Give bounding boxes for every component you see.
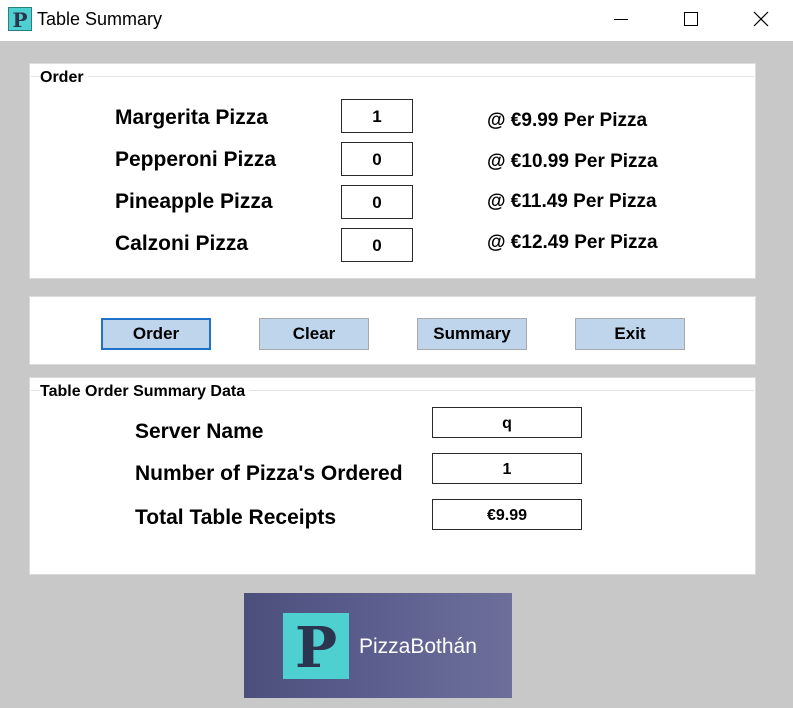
order-button[interactable]: Order bbox=[101, 318, 211, 350]
close-button[interactable] bbox=[729, 0, 793, 41]
pepperoni-label: Pepperoni Pizza bbox=[115, 148, 277, 171]
minimize-button[interactable] bbox=[589, 0, 653, 41]
maximize-button[interactable] bbox=[659, 0, 723, 41]
summary-button[interactable]: Summary bbox=[417, 318, 527, 350]
pizza-count-label: Number of Pizza's Ordered bbox=[135, 462, 403, 485]
summary-group: Table Order Summary Data Server Name q N… bbox=[29, 377, 756, 575]
calzoni-label: Calzoni Pizza bbox=[115, 232, 249, 255]
pineapple-qty-input[interactable]: 0 bbox=[341, 185, 413, 219]
app-logo-icon: P bbox=[8, 7, 32, 32]
minimize-icon bbox=[614, 19, 628, 20]
margerita-qty-input[interactable]: 1 bbox=[341, 99, 413, 133]
total-receipts-label: Total Table Receipts bbox=[135, 506, 337, 529]
pepperoni-qty-input[interactable]: 0 bbox=[341, 142, 413, 176]
calzoni-qty-input[interactable]: 0 bbox=[341, 228, 413, 262]
brand-logo: P PizzaBothán bbox=[244, 593, 512, 698]
summary-group-title: Table Order Summary Data bbox=[40, 383, 250, 401]
brand-logo-icon: P bbox=[283, 613, 349, 681]
server-name-field: q bbox=[432, 407, 582, 438]
pineapple-price: @ €11.49 Per Pizza bbox=[487, 191, 657, 212]
order-group-title: Order bbox=[40, 69, 88, 87]
group-divider bbox=[31, 76, 754, 77]
action-button-bar: Order Clear Summary Exit bbox=[29, 296, 756, 365]
title-bar: P Table Summary bbox=[0, 0, 793, 41]
pepperoni-price: @ €10.99 Per Pizza bbox=[487, 151, 658, 172]
brand-name: PizzaBothán bbox=[359, 635, 477, 658]
order-group: Order Margerita Pizza 1 @ €9.99 Per Pizz… bbox=[29, 63, 756, 279]
server-name-label: Server Name bbox=[135, 420, 264, 443]
exit-button[interactable]: Exit bbox=[575, 318, 685, 350]
margerita-label: Margerita Pizza bbox=[115, 106, 268, 129]
maximize-icon bbox=[684, 12, 698, 26]
clear-button[interactable]: Clear bbox=[259, 318, 369, 350]
calzoni-price: @ €12.49 Per Pizza bbox=[487, 232, 658, 253]
pineapple-label: Pineapple Pizza bbox=[115, 190, 273, 213]
close-icon bbox=[753, 11, 769, 27]
total-receipts-field: €9.99 bbox=[432, 499, 582, 530]
margerita-price: @ €9.99 Per Pizza bbox=[487, 110, 648, 131]
window-title: Table Summary bbox=[37, 9, 163, 29]
pizza-count-field: 1 bbox=[432, 453, 582, 484]
